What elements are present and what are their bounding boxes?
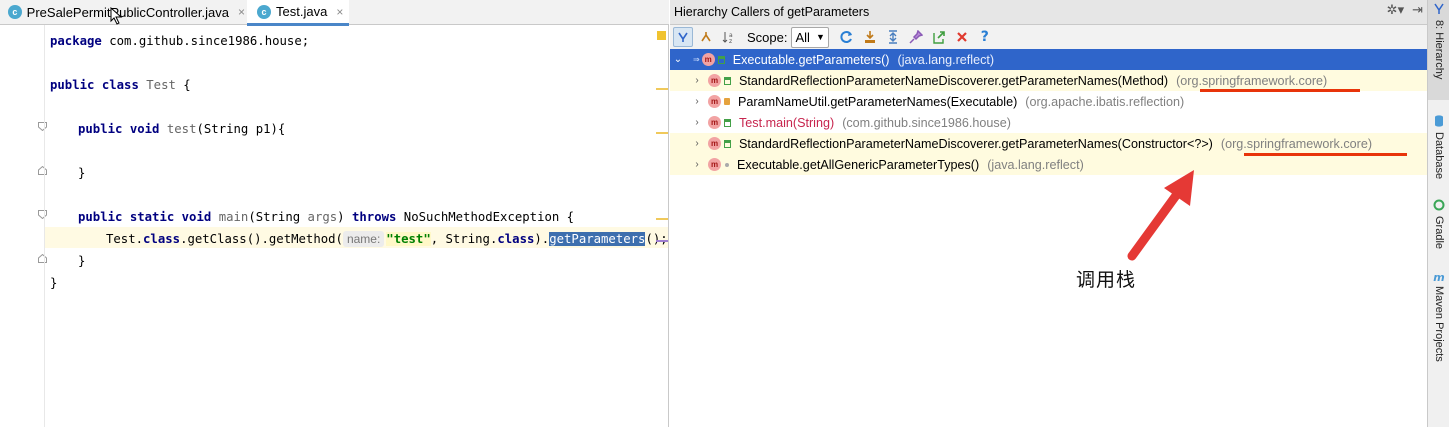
class-icon: c [8, 5, 22, 19]
package-private-icon [725, 162, 729, 167]
annotation-label: 调用栈 [1076, 269, 1137, 291]
scope-value: All [795, 29, 810, 45]
tool-database[interactable]: Database [1428, 112, 1449, 192]
gradle-icon [1433, 199, 1445, 214]
tree-row[interactable]: › m Test.main(String) (com.github.since1… [670, 112, 1427, 133]
tool-window-strip: 8: Hierarchy Database Gradle m Maven Pro… [1427, 0, 1449, 427]
code-line: } [78, 166, 86, 180]
expand-icon[interactable]: › [692, 75, 702, 86]
gear-icon[interactable]: ✲▾ [1387, 3, 1404, 18]
hierarchy-panel: Hierarchy Callers of getParameters ✲▾ ⇥ … [670, 0, 1427, 427]
code-area[interactable]: package com.github.since1986.house; publ… [50, 25, 668, 427]
annotation-underline [1200, 89, 1360, 92]
svg-text:z: z [729, 38, 732, 44]
close-icon[interactable]: × [336, 5, 343, 19]
expand-icon[interactable]: › [692, 117, 702, 128]
private-lock-icon [724, 98, 730, 105]
code-editor[interactable]: c PreSalePermitPublicController.java × c… [0, 0, 669, 427]
chevron-down-icon: ▼ [815, 32, 825, 42]
sort-alphabetically-icon[interactable]: az [719, 27, 739, 47]
pin-icon[interactable] [906, 27, 926, 47]
fold-icon[interactable] [38, 254, 47, 263]
method-icon: m [708, 116, 721, 129]
close-icon[interactable]: × [238, 5, 245, 19]
scroll-marker[interactable] [656, 88, 668, 90]
tree-row-root[interactable]: ⌄ ⇒ m Executable.getParameters() (java.l… [670, 49, 1427, 70]
code-line: public static void main(String args) thr… [78, 210, 575, 224]
tree-row[interactable]: › m StandardReflectionParameterNameDisco… [670, 70, 1427, 91]
method-icon: m [708, 158, 721, 171]
open-in-new-tab-icon[interactable] [929, 27, 949, 47]
scroll-marker[interactable] [656, 132, 668, 134]
tool-hierarchy[interactable]: 8: Hierarchy [1428, 0, 1449, 100]
gutter-divider [44, 25, 45, 427]
scroll-marker[interactable] [656, 218, 668, 220]
panel-title: Hierarchy Callers of getParameters [674, 5, 870, 19]
fold-icon[interactable] [38, 122, 47, 131]
warning-marker-icon[interactable] [657, 31, 666, 40]
database-icon [1434, 115, 1444, 130]
code-line: public void test(String p1){ [78, 122, 286, 136]
expand-icon[interactable]: › [692, 159, 702, 170]
export-icon[interactable] [860, 27, 880, 47]
hierarchy-toolbar: az Scope: All ▼ ? [670, 25, 1427, 49]
code-line: } [50, 276, 58, 290]
editor-divider [668, 24, 669, 427]
scope-select[interactable]: All ▼ [791, 26, 829, 48]
editor-tab-bar: c PreSalePermitPublicController.java × c… [0, 0, 669, 26]
tree-row[interactable]: › m ParamNameUtil.getParameterNames(Exec… [670, 91, 1427, 112]
code-line: public class Test { [50, 78, 191, 92]
public-icon [724, 139, 731, 148]
parameter-hint: name: [342, 231, 385, 247]
override-marker-icon: ⇒ [693, 55, 700, 64]
method-icon: m [701, 53, 715, 66]
annotation-underline [1244, 153, 1407, 156]
code-line: package com.github.since1986.house; [50, 34, 310, 48]
expand-icon[interactable]: › [692, 138, 702, 149]
tree-row[interactable]: › m StandardReflectionParameterNameDisco… [670, 133, 1427, 154]
public-icon [717, 55, 725, 64]
help-icon[interactable]: ? [975, 27, 995, 47]
method-icon: m [708, 74, 721, 87]
hierarchy-tree: ⌄ ⇒ m Executable.getParameters() (java.l… [670, 49, 1427, 427]
selected-method: getParameters [549, 232, 646, 246]
fold-icon[interactable] [38, 210, 47, 219]
hide-panel-icon[interactable]: ⇥ [1412, 3, 1423, 18]
tool-gradle[interactable]: Gradle [1428, 196, 1449, 261]
code-line: } [78, 254, 86, 268]
expand-icon[interactable]: › [692, 96, 702, 107]
mouse-cursor-icon [110, 7, 123, 25]
panel-header: Hierarchy Callers of getParameters ✲▾ ⇥ [670, 0, 1427, 25]
refresh-icon[interactable] [837, 27, 857, 47]
method-icon: m [708, 95, 721, 108]
caller-hierarchy-icon[interactable] [673, 27, 693, 47]
method-icon: m [708, 137, 721, 150]
fold-icon[interactable] [38, 166, 47, 175]
tree-row[interactable]: › m Executable.getAllGenericParameterTyp… [670, 154, 1427, 175]
tab-label: Test.java [276, 4, 328, 19]
callee-hierarchy-icon[interactable] [696, 27, 716, 47]
editor-gutter [0, 25, 47, 427]
hierarchy-icon [1433, 3, 1445, 18]
tab-label: PreSalePermitPublicController.java [26, 4, 229, 20]
expand-all-icon[interactable] [883, 27, 903, 47]
scope-label: Scope: [747, 29, 788, 45]
tool-maven-projects[interactable]: m Maven Projects [1428, 268, 1449, 378]
code-line-current: Test.class.getClass().getMethod(name: "te… [106, 231, 668, 247]
annotation-arrow-icon [1127, 170, 1194, 261]
public-icon [724, 76, 731, 85]
close-icon[interactable] [952, 27, 972, 47]
scroll-marker[interactable] [656, 240, 668, 242]
maven-icon: m [1433, 271, 1445, 284]
collapse-icon[interactable]: ⌄ [673, 54, 683, 65]
class-icon: c [257, 4, 271, 19]
public-icon [724, 118, 731, 127]
tab-test-java[interactable]: c Test.java × [247, 0, 349, 26]
